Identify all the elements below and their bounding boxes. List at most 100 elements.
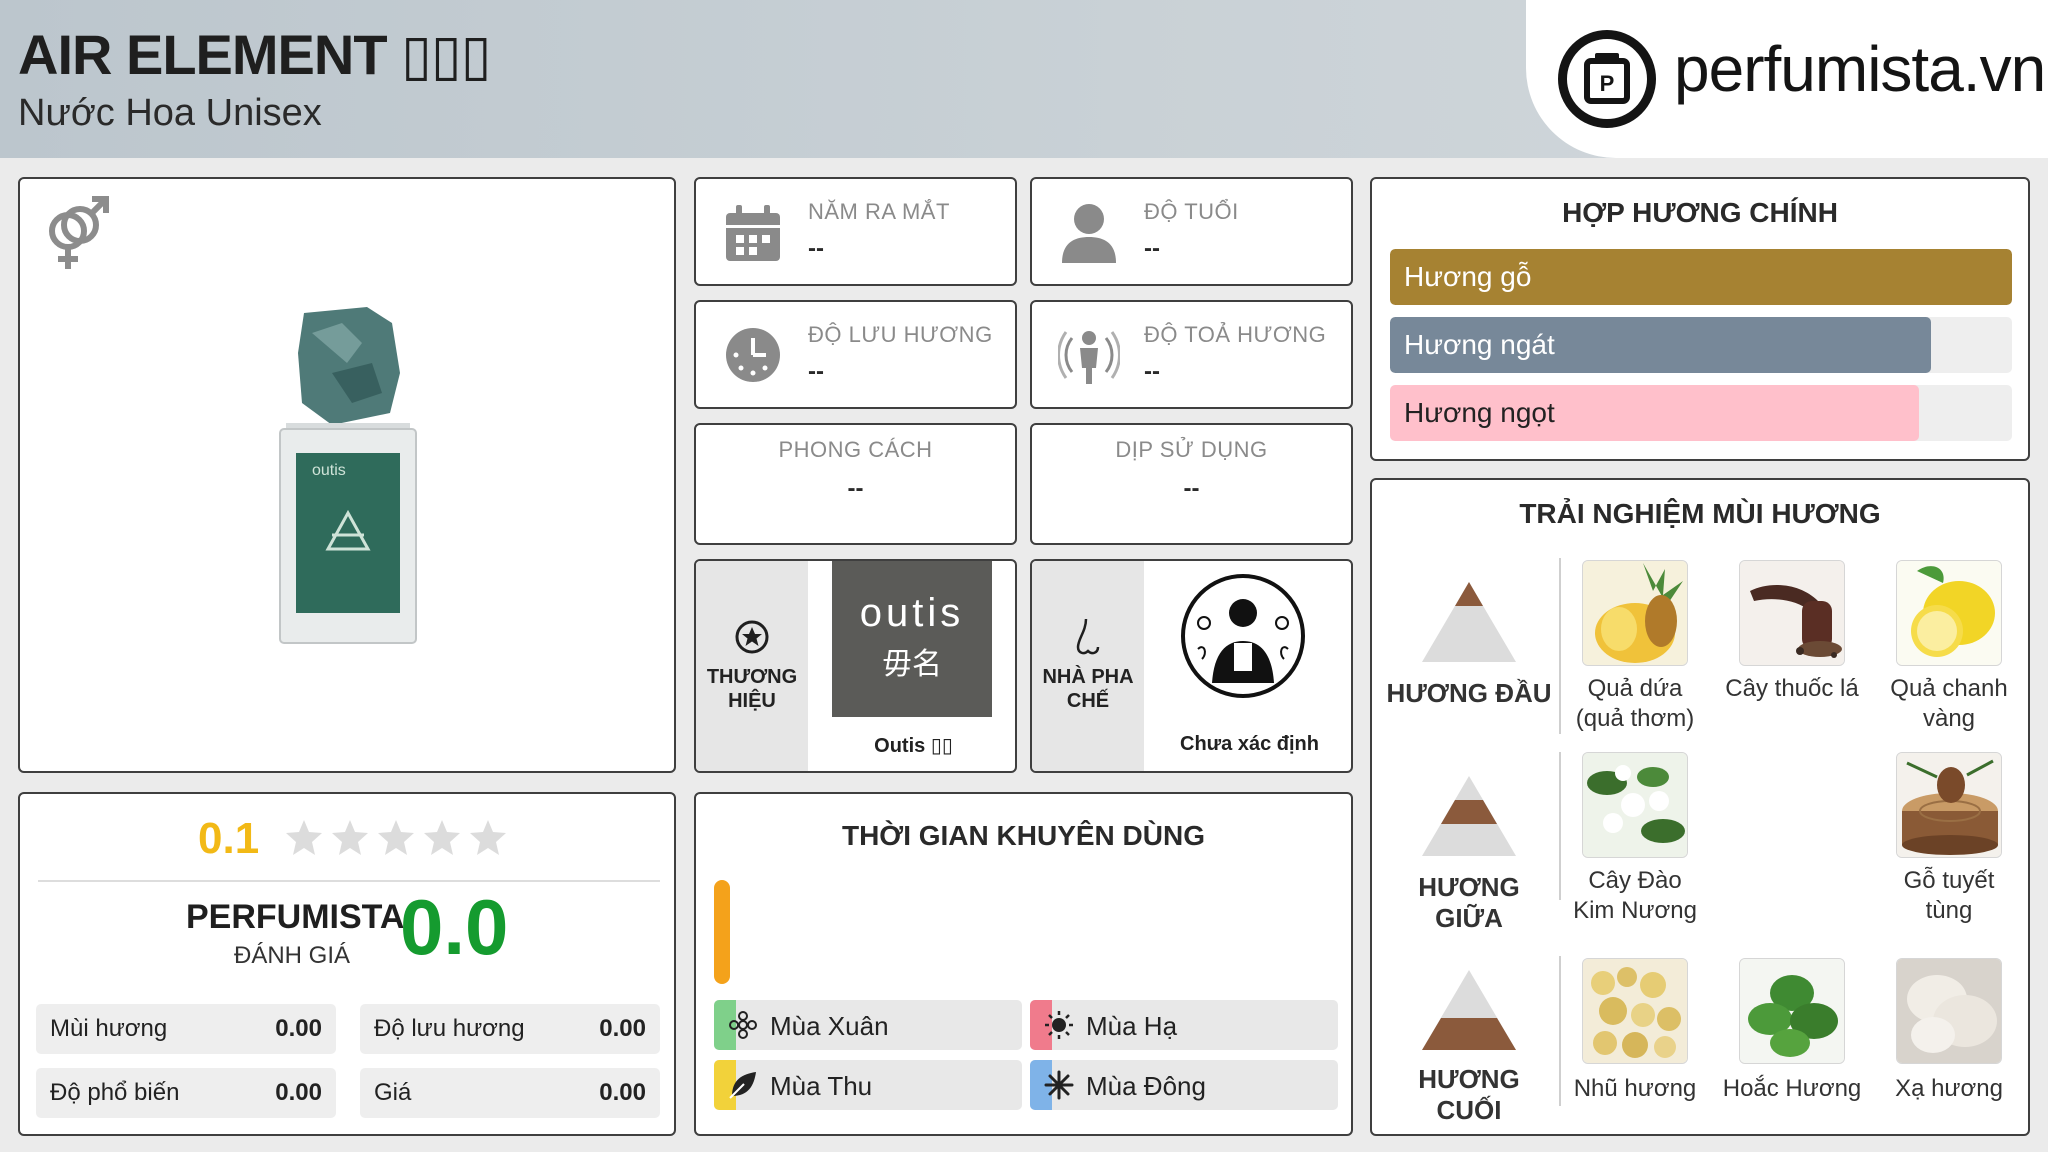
product-image-panel: outis: [18, 177, 676, 773]
note-label: Quả dứa (quả thơm): [1575, 675, 1695, 732]
star-icon: [734, 619, 770, 655]
seasons-title: THỜI GIAN KHUYÊN DÙNG: [841, 820, 1205, 851]
calendar-icon: [724, 205, 782, 263]
season-label: Mùa Hạ: [1086, 1011, 1178, 1041]
rating-box-popularity: Độ phổ biến 0.00: [36, 1068, 336, 1118]
notes-title: TRẢI NGHIỆM MÙI HƯƠNG: [1519, 498, 1881, 529]
rating-box-label: Mùi hương: [50, 1015, 168, 1042]
star-icon[interactable]: [422, 818, 462, 858]
note-image-frankincense[interactable]: [1582, 958, 1688, 1064]
brand-label: THƯƠNG HIỆU: [706, 666, 798, 712]
longevity-card: ĐỘ LƯU HƯƠNG --: [694, 300, 1017, 409]
style-value: --: [847, 475, 864, 502]
perfumer-card[interactable]: NHÀ PHA CHẾ Chưa xác định: [1030, 559, 1353, 773]
note-image-tobacco[interactable]: [1739, 560, 1845, 666]
accord-bar: Hương gỗ: [1390, 249, 2012, 305]
season-spring: Mùa Xuân: [714, 1000, 1022, 1050]
release-year-label: NĂM RA MẮT: [808, 199, 950, 224]
age-label: ĐỘ TUỔI: [1144, 199, 1239, 224]
brand-logo-subtext: 毋名: [882, 647, 942, 682]
brand-card[interactable]: THƯƠNG HIỆU outis 毋名 Outis ▯▯: [694, 559, 1017, 773]
perfumer-label: NHÀ PHA CHẾ: [1042, 666, 1134, 712]
note-label: Xạ hương: [1895, 1075, 2003, 1102]
accord-label: Hương ngọt: [1404, 397, 1555, 428]
brand-label-area: THƯƠNG HIỆU: [696, 561, 808, 771]
rating-box-price: Giá 0.00: [360, 1068, 660, 1118]
rating-box-label: Độ phổ biến: [50, 1079, 180, 1106]
age-value: --: [1144, 235, 1160, 262]
rating-box-scent: Mùi hương 0.00: [36, 1004, 336, 1054]
perfume-bottle-image: outis: [272, 303, 422, 653]
note-label: Hoắc Hương: [1722, 1075, 1862, 1102]
style-card: PHONG CÁCH --: [694, 423, 1017, 545]
perfumer-avatar: [1180, 573, 1306, 699]
note-image-cedarwood[interactable]: [1896, 752, 2002, 858]
star-icon[interactable]: [376, 818, 416, 858]
note-label: Cây thuốc lá: [1725, 675, 1859, 702]
season-label: Mùa Xuân: [770, 1011, 889, 1041]
note-label: Quả chanh vàng: [1890, 675, 2008, 732]
pyramid-middle-icon: [1422, 776, 1516, 856]
logo-text: perfumista.vn: [1674, 33, 2046, 105]
sillage-card: ĐỘ TOẢ HƯƠNG --: [1030, 300, 1353, 409]
occasion-value: --: [1183, 475, 1200, 502]
rating-box-label: Độ lưu hương: [374, 1015, 525, 1042]
page-subtitle: Nước Hoa Unisex: [18, 92, 322, 134]
star-icon[interactable]: [468, 818, 508, 858]
scent-notes-panel: TRẢI NGHIỆM MÙI HƯƠNG HƯƠNG ĐẦU Quả dứa …: [1370, 478, 2030, 1136]
brand-logo[interactable]: P perfumista.vn: [1526, 0, 2048, 158]
middle-notes-label: HƯƠNG GIỮA: [1418, 872, 1520, 933]
main-accords-panel: HỢP HƯƠNG CHÍNH Hương gỗ Hương ngát Hươn…: [1370, 177, 2030, 461]
clock-icon: [724, 326, 782, 384]
note-image-pineapple[interactable]: [1582, 560, 1688, 666]
season-label: Mùa Thu: [770, 1071, 873, 1101]
note-image-jasmine[interactable]: [1582, 752, 1688, 858]
leaf-icon: [728, 1070, 758, 1100]
perfumer-name[interactable]: Chưa xác định: [1144, 733, 1351, 756]
star-icon[interactable]: [284, 818, 324, 858]
season-autumn: Mùa Thu: [714, 1060, 1022, 1110]
perfumista-sublabel: ĐÁNH GIÁ: [234, 942, 351, 969]
seasons-panel: THỜI GIAN KHUYÊN DÙNG Mùa Xuân Mùa Hạ Mù…: [694, 792, 1353, 1136]
perfumista-score: 0.0: [400, 883, 509, 971]
unisex-icon: [34, 193, 114, 273]
brand-logo-text: outis: [859, 591, 965, 635]
sun-icon: [1044, 1010, 1074, 1040]
rating-box-value: 0.00: [275, 1079, 322, 1106]
rating-panel: 0.1 PERFUMISTA ĐÁNH GIÁ 0.0 Mùi hương 0.…: [18, 792, 676, 1136]
accord-bar: Hương ngát: [1390, 317, 2012, 373]
divider: [38, 880, 660, 882]
pyramid-base-icon: [1422, 970, 1516, 1050]
accord-label: Hương ngát: [1404, 329, 1555, 360]
release-year-card: NĂM RA MẮT --: [694, 177, 1017, 286]
note-image-musk[interactable]: [1896, 958, 2002, 1064]
rating-box-value: 0.00: [275, 1015, 322, 1042]
release-year-value: --: [808, 235, 824, 262]
rating-box-value: 0.00: [599, 1079, 646, 1106]
note-label: Gỗ tuyết tùng: [1903, 867, 1995, 924]
perfumista-label: PERFUMISTA: [186, 898, 405, 936]
note-image-patchouli[interactable]: [1739, 958, 1845, 1064]
occasion-card: DỊP SỬ DỤNG --: [1030, 423, 1353, 545]
page-title: AIR ELEMENT ▯▯▯: [18, 23, 492, 86]
accords-title: HỢP HƯƠNG CHÍNH: [1562, 197, 1838, 228]
perfume-logo-icon: P: [1558, 30, 1656, 128]
season-winter: Mùa Đông: [1030, 1060, 1338, 1110]
season-label: Mùa Đông: [1086, 1071, 1206, 1101]
style-label: PHONG CÁCH: [778, 437, 933, 462]
rating-box-value: 0.00: [599, 1015, 646, 1042]
user-score: 0.1: [198, 814, 260, 863]
age-card: ĐỘ TUỔI --: [1030, 177, 1353, 286]
longevity-label: ĐỘ LƯU HƯƠNG: [808, 322, 993, 347]
perfumer-label-area: NHÀ PHA CHẾ: [1032, 561, 1144, 771]
sillage-value: --: [1144, 358, 1160, 385]
day-night-bar: [714, 880, 730, 984]
sillage-icon: [1057, 324, 1121, 386]
star-rating[interactable]: [272, 816, 512, 860]
note-image-lemon[interactable]: [1896, 560, 2002, 666]
brand-name[interactable]: Outis ▯▯: [808, 733, 1015, 758]
base-notes-label: HƯƠNG CUỐI: [1418, 1064, 1520, 1125]
star-icon[interactable]: [330, 818, 370, 858]
rating-box-label: Giá: [374, 1079, 412, 1106]
person-icon: [1060, 201, 1118, 263]
